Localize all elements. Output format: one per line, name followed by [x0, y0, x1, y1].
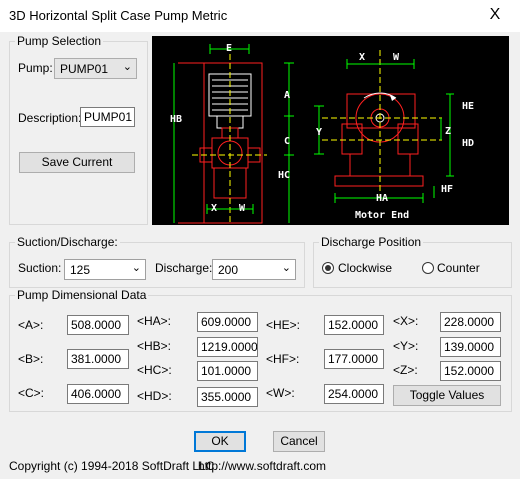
- dim-y-label: <Y>:: [393, 339, 419, 353]
- dim-y-field[interactable]: 139.0000: [440, 337, 501, 357]
- dim-w-field[interactable]: 254.0000: [324, 384, 384, 404]
- dim-ha-field[interactable]: 609.0000: [197, 312, 258, 332]
- dim-label-c: C: [284, 136, 290, 147]
- dim-he-label: <HE>:: [266, 318, 301, 332]
- copyright-text: Copyright (c) 1994-2018 SoftDraft LLC: [9, 459, 215, 473]
- dim-label-he: HE: [462, 101, 474, 112]
- dim-label-hc: HC: [278, 170, 290, 181]
- clockwise-label[interactable]: Clockwise: [338, 261, 392, 275]
- pump-dimensional-data-label: Pump Dimensional Data: [15, 288, 149, 302]
- title-bar: 3D Horizontal Split Case Pump Metric X: [0, 0, 520, 32]
- pump-diagram: E A HB C HC X W X W HE Y Z HD HA HF Moto…: [170, 43, 474, 224]
- discharge-label: Discharge:: [155, 261, 213, 275]
- suction-label: Suction:: [18, 261, 62, 275]
- pump-drawing: E A HB C HC X W X W HE Y Z HD HA HF Moto…: [152, 36, 509, 225]
- dim-ha-label: <HA>:: [137, 314, 172, 328]
- dim-label-x-right: X: [359, 52, 365, 63]
- dim-label-hb: HB: [170, 114, 182, 125]
- description-field[interactable]: PUMP01: [80, 107, 135, 127]
- close-icon[interactable]: X: [482, 4, 508, 26]
- dim-b-field[interactable]: 381.0000: [67, 349, 129, 369]
- clockwise-radio[interactable]: [322, 262, 334, 274]
- discharge-dropdown-value: 200: [218, 263, 239, 277]
- chevron-down-icon: ⌄: [122, 61, 132, 73]
- toggle-values-button[interactable]: Toggle Values: [393, 385, 501, 406]
- dim-label-w-left: W: [239, 203, 246, 214]
- dim-hc-field[interactable]: 101.0000: [197, 361, 258, 381]
- dim-label-x-left: X: [211, 203, 217, 214]
- dim-a-label: <A>:: [18, 318, 44, 332]
- dim-label-w-right: W: [393, 52, 400, 63]
- dim-b-label: <B>:: [18, 352, 44, 366]
- dim-w-label: <W>:: [266, 386, 295, 400]
- dim-he-field[interactable]: 152.0000: [324, 315, 384, 335]
- dim-label-ha: HA: [376, 193, 388, 204]
- dim-hd-label: <HD>:: [137, 389, 172, 403]
- dim-x-label: <X>:: [393, 314, 419, 328]
- dim-label-a: A: [284, 90, 290, 101]
- save-current-button[interactable]: Save Current: [19, 152, 135, 173]
- dim-hf-field[interactable]: 177.0000: [324, 349, 384, 369]
- dim-label-y: Y: [316, 127, 322, 138]
- dim-label-z: Z: [445, 126, 451, 137]
- motor-end-caption: Motor End: [355, 210, 409, 221]
- suction-discharge-label: Suction/Discharge:: [15, 235, 120, 249]
- dim-label-hd: HD: [462, 138, 474, 149]
- suction-dropdown-value: 125: [70, 263, 91, 277]
- ok-button[interactable]: OK: [194, 431, 246, 452]
- cancel-button[interactable]: Cancel: [273, 431, 325, 452]
- chevron-down-icon: ⌄: [281, 262, 291, 274]
- radio-selected-dot: [325, 265, 331, 271]
- dim-z-field[interactable]: 152.0000: [440, 361, 501, 381]
- dim-label-e: E: [226, 43, 232, 54]
- dim-hb-label: <HB>:: [137, 339, 172, 353]
- dim-hc-label: <HC>:: [137, 363, 172, 377]
- description-label: Description:: [18, 111, 82, 125]
- pump-selection-label: Pump Selection: [15, 34, 104, 48]
- discharge-position-label: Discharge Position: [319, 235, 424, 249]
- dim-x-field[interactable]: 228.0000: [440, 312, 501, 332]
- dim-hd-field[interactable]: 355.0000: [197, 387, 258, 407]
- dim-a-field[interactable]: 508.0000: [67, 315, 129, 335]
- dim-hf-label: <HF>:: [266, 352, 300, 366]
- website-link: http://www.softdraft.com: [198, 459, 327, 473]
- suction-dropdown[interactable]: 125 ⌄: [64, 259, 146, 280]
- discharge-dropdown[interactable]: 200 ⌄: [212, 259, 296, 280]
- window-title: 3D Horizontal Split Case Pump Metric: [9, 8, 228, 23]
- dim-label-hf: HF: [441, 184, 453, 195]
- counter-label[interactable]: Counter: [437, 261, 480, 275]
- dim-z-label: <Z>:: [393, 363, 418, 377]
- dim-c-label: <C>:: [18, 386, 45, 400]
- pump-dropdown[interactable]: PUMP01 ⌄: [54, 58, 137, 79]
- chevron-down-icon: ⌄: [131, 262, 141, 274]
- dim-hb-field[interactable]: 1219.0000: [197, 337, 258, 357]
- counter-radio[interactable]: [422, 262, 434, 274]
- pump-label: Pump:: [18, 61, 53, 75]
- dim-c-field[interactable]: 406.0000: [67, 384, 129, 404]
- pump-dropdown-value: PUMP01: [60, 62, 109, 76]
